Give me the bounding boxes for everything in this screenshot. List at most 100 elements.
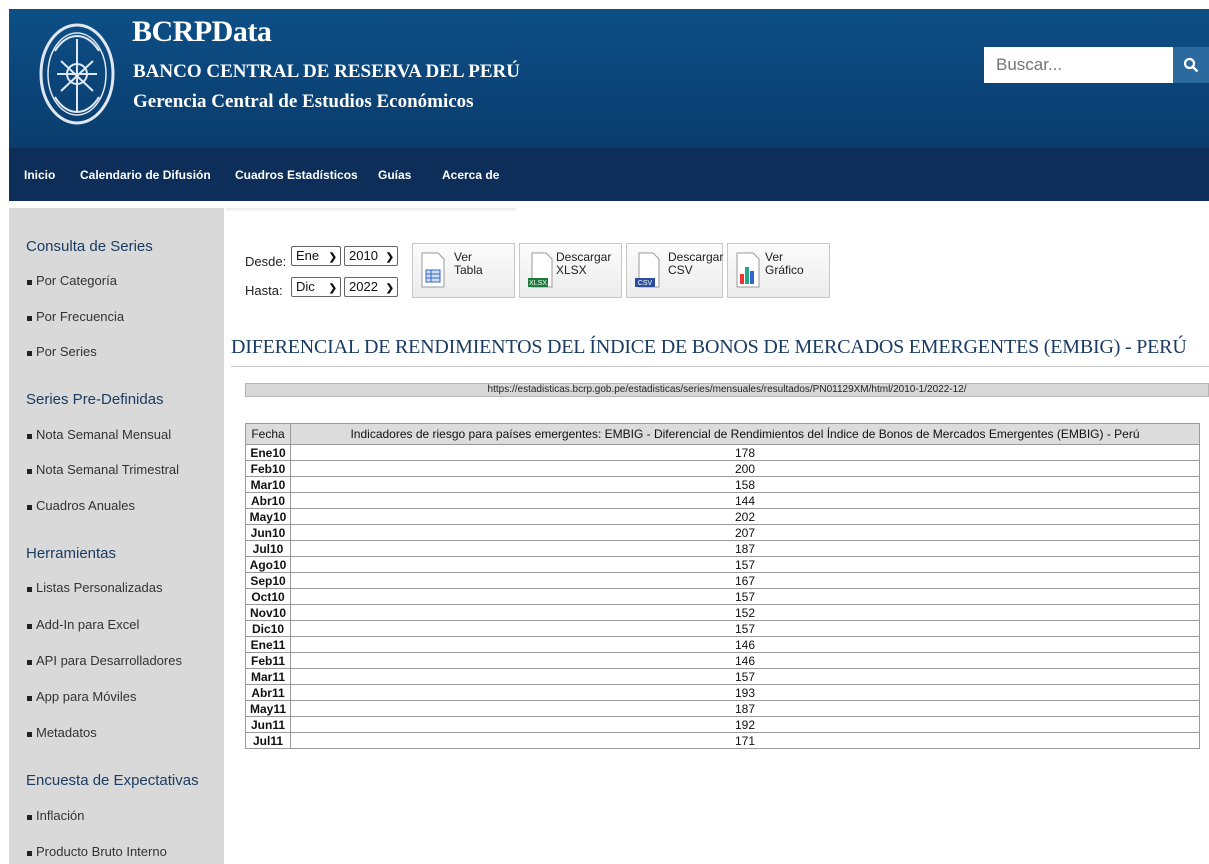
value-cell: 157 [290, 668, 1200, 685]
hasta-year-select[interactable]: 2022 ❯ [344, 277, 398, 297]
table-row: Jun10 207 [245, 524, 1200, 541]
date-cell: Abr10 [245, 492, 291, 509]
nav-shadow [226, 208, 516, 212]
table-row: Nov10 152 [245, 604, 1200, 621]
institution-name: BANCO CENTRAL DE RESERVA DEL PERÚ [133, 61, 520, 82]
date-cell: Dic10 [245, 620, 291, 637]
desde-month-select[interactable]: Ene ❯ [291, 246, 341, 266]
table-row: Feb10 200 [245, 460, 1200, 477]
value-cell: 202 [290, 508, 1200, 525]
value-cell: 146 [290, 636, 1200, 653]
chevron-down-icon: ❯ [385, 252, 394, 263]
ver-grafico-button[interactable]: Ver Gráfico [727, 243, 830, 298]
date-cell: Sep10 [245, 572, 291, 589]
value-cell: 144 [290, 492, 1200, 509]
table-row: Ene11 146 [245, 636, 1200, 653]
date-cell: Feb11 [245, 652, 291, 669]
table-row: Ene10 178 [245, 444, 1200, 461]
sidebar-item-listas[interactable]: Listas Personalizadas [26, 580, 162, 595]
date-cell: Ago10 [245, 556, 291, 573]
table-row: Dic10 157 [245, 620, 1200, 637]
date-cell: May10 [245, 508, 291, 525]
sidebar-item-addin-excel[interactable]: Add-In para Excel [26, 617, 139, 632]
ver-tabla-button[interactable]: Ver Tabla [412, 243, 515, 298]
xlsx-icon: XLSX [528, 252, 553, 288]
hasta-label: Hasta: [245, 283, 283, 298]
sidebar-item-inflacion[interactable]: Inflación [26, 808, 84, 823]
table-row: Ago10 157 [245, 556, 1200, 573]
series-url[interactable]: https://estadisticas.bcrp.gob.pe/estadis… [245, 383, 1209, 397]
descargar-csv-button[interactable]: CSV Descargar CSV [626, 243, 723, 298]
date-cell: Feb10 [245, 460, 291, 477]
nav-inicio[interactable]: Inicio [24, 168, 55, 182]
date-cell: Jun10 [245, 524, 291, 541]
value-cell: 146 [290, 652, 1200, 669]
hasta-month-value: Dic [296, 279, 315, 294]
table-row: Jul11 171 [245, 732, 1200, 749]
table-row: Sep10 167 [245, 572, 1200, 589]
sidebar-heading-herramientas: Herramientas [26, 545, 117, 562]
title-divider [231, 366, 1209, 367]
table-row: Mar10 158 [245, 476, 1200, 493]
chevron-down-icon: ❯ [328, 252, 337, 263]
search-icon [1183, 57, 1199, 73]
svg-text:XLSX: XLSX [529, 280, 547, 287]
bcrp-logo-icon[interactable] [37, 21, 117, 127]
value-cell: 187 [290, 700, 1200, 717]
sidebar-heading-encuesta: Encuesta de Expectativas [26, 772, 199, 789]
value-cell: 178 [290, 444, 1200, 461]
table-row: May10 202 [245, 508, 1200, 525]
table-row: Jun11 192 [245, 716, 1200, 733]
table-body: Ene10 178 Feb10 200 Mar10 158 Abr10 144 May10 202… [245, 444, 1200, 749]
table-row: May11 187 [245, 700, 1200, 717]
sidebar-item-api[interactable]: API para Desarrolladores [27, 653, 182, 668]
sidebar-item-pbi[interactable]: Producto Bruto Interno [27, 844, 167, 859]
date-cell: Oct10 [245, 588, 291, 605]
column-header-fecha: Fecha [245, 423, 291, 445]
table-row: Mar11 157 [245, 668, 1200, 685]
search-button[interactable] [1173, 47, 1209, 83]
descargar-xlsx-button[interactable]: XLSX Descargar XLSX [519, 243, 622, 298]
sidebar-item-app-moviles[interactable]: App para Móviles [26, 689, 136, 704]
table-row: Abr10 144 [245, 492, 1200, 509]
date-cell: Jul10 [245, 540, 291, 557]
table-row: Feb11 146 [245, 652, 1200, 669]
nav-cuadros[interactable]: Cuadros Estadísticos [235, 168, 358, 182]
account-links[interactable]: Suscripción | Iniciar Sesión [1065, 0, 1209, 9]
sidebar-item-por-series[interactable]: Por Series [27, 344, 97, 359]
sidebar [9, 208, 224, 864]
value-cell: 167 [290, 572, 1200, 589]
date-cell: Jul11 [245, 732, 291, 749]
top-strip [0, 0, 1209, 9]
date-cell: Mar11 [245, 668, 291, 685]
value-cell: 193 [290, 684, 1200, 701]
page-title: DIFERENCIAL DE RENDIMIENTOS DEL ÍNDICE D… [231, 336, 1187, 358]
sidebar-item-por-categoria[interactable]: Por Categoría [27, 273, 117, 288]
site-header: BCRPData BANCO CENTRAL DE RESERVA DEL PE… [9, 9, 1209, 148]
desde-year-select[interactable]: 2010 ❯ [344, 246, 398, 266]
search-input[interactable] [984, 47, 1173, 83]
desde-month-value: Ene [296, 248, 320, 263]
nav-acerca[interactable]: Acerca de [442, 168, 499, 182]
sidebar-item-nota-mensual[interactable]: Nota Semanal Mensual [26, 427, 171, 442]
nav-calendario[interactable]: Calendario de Difusión [80, 168, 211, 182]
value-cell: 207 [290, 524, 1200, 541]
brand-name: BCRPData [132, 15, 272, 48]
hasta-month-select[interactable]: Dic ❯ [291, 277, 341, 297]
value-cell: 192 [290, 716, 1200, 733]
sidebar-heading-predefinidas: Series Pre-Definidas [26, 391, 164, 408]
sidebar-item-por-frecuencia[interactable]: Por Frecuencia [26, 309, 124, 324]
sidebar-item-metadatos[interactable]: Metadatos [27, 725, 97, 740]
table-icon [421, 252, 445, 288]
table-row: Abr11 193 [245, 684, 1200, 701]
table-row: Jul10 187 [245, 540, 1200, 557]
desde-label: Desde: [245, 254, 287, 269]
value-cell: 157 [290, 588, 1200, 605]
nav-guias[interactable]: Guías [378, 168, 411, 182]
search-box [984, 47, 1209, 83]
sidebar-item-cuadros-anuales[interactable]: Cuadros Anuales [26, 498, 135, 513]
data-table: Fecha Indicadores de riesgo para países … [245, 423, 1200, 749]
sidebar-item-nota-trimestral[interactable]: Nota Semanal Trimestral [26, 462, 179, 477]
value-cell: 157 [290, 556, 1200, 573]
date-cell: Ene11 [245, 636, 291, 653]
